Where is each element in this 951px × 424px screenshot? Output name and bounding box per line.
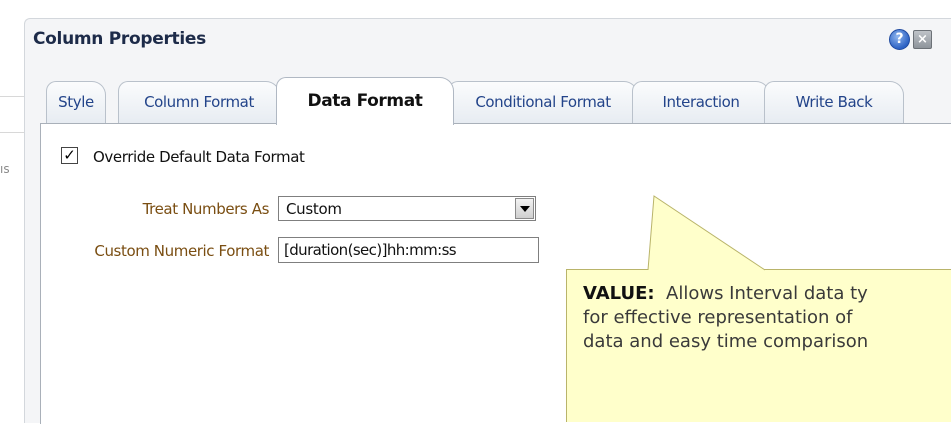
override-default-label: Override Default Data Format — [93, 148, 305, 166]
custom-numeric-format-input[interactable]: [duration(sec)]hh:mm:ss — [278, 237, 539, 263]
close-icon[interactable]: × — [913, 30, 932, 49]
background-text-fragment: ıs — [0, 162, 10, 176]
tab-style[interactable]: Style — [46, 81, 106, 123]
tab-strip: Style Column Format Data Format Conditio… — [40, 75, 951, 125]
treat-numbers-as-label: Treat Numbers As — [142, 200, 270, 218]
callout-line: Allows Interval data ty — [666, 283, 868, 304]
tab-column-format[interactable]: Column Format — [118, 81, 280, 123]
treat-numbers-as-value: Custom — [286, 200, 342, 218]
tab-conditional-format[interactable]: Conditional Format — [448, 81, 638, 123]
callout-text: VALUE: Allows Interval data ty for effec… — [583, 282, 951, 354]
tab-write-back[interactable]: Write Back — [764, 81, 904, 123]
dialog-title: Column Properties — [33, 29, 206, 49]
custom-numeric-format-label: Custom Numeric Format — [94, 242, 269, 260]
callout-line: data and easy time comparison — [583, 331, 869, 352]
tab-interaction[interactable]: Interaction — [632, 81, 770, 123]
help-icon[interactable]: ? — [889, 29, 910, 50]
chevron-down-icon[interactable] — [515, 198, 534, 219]
callout-line: for effective representation of — [583, 307, 853, 328]
callout-heading: VALUE: — [583, 283, 655, 304]
tab-data-format[interactable]: Data Format — [276, 77, 454, 125]
value-callout: VALUE: Allows Interval data ty for effec… — [566, 269, 951, 422]
override-default-checkbox[interactable]: ✓ — [61, 147, 78, 164]
treat-numbers-as-select[interactable]: Custom — [278, 196, 536, 221]
